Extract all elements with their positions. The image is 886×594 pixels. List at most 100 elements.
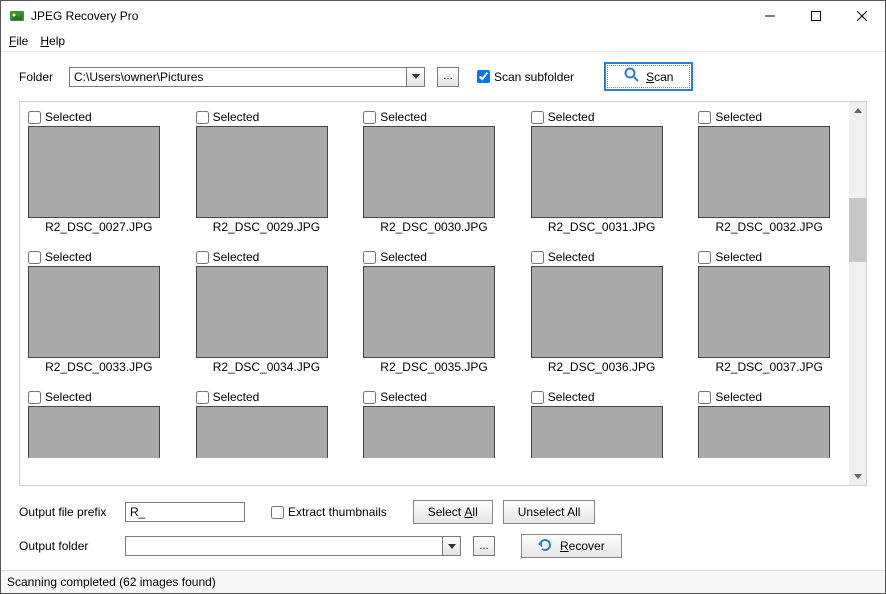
- thumbnail-image[interactable]: [196, 126, 328, 218]
- folder-toolbar: Folder … Scan subfolder Scan: [1, 52, 885, 97]
- thumbnail-image[interactable]: [28, 406, 160, 458]
- thumbnail-select-label: Selected: [548, 390, 595, 404]
- thumbnail-filename: R2_DSC_0033.JPG: [28, 360, 170, 374]
- thumbnail-filename: R2_DSC_0029.JPG: [196, 220, 338, 234]
- thumbnail-image[interactable]: [363, 406, 495, 458]
- thumbnail-card: Selected: [698, 390, 840, 458]
- thumbnail-card: Selected: [196, 390, 338, 458]
- extract-thumbnails-input[interactable]: [271, 506, 284, 519]
- thumbnail-select-label: Selected: [213, 110, 260, 124]
- thumbnail-select-label: Selected: [380, 390, 427, 404]
- unselect-all-button[interactable]: Unselect All: [503, 500, 596, 524]
- window-title: JPEG Recovery Pro: [31, 9, 138, 23]
- thumbnail-select-checkbox[interactable]: [363, 391, 376, 404]
- gallery-viewport: SelectedR2_DSC_0027.JPGSelectedR2_DSC_00…: [20, 102, 866, 485]
- thumbnail-card: Selected R2_DSC_0037.JPG: [698, 250, 840, 374]
- thumbnail-image[interactable]: [531, 266, 663, 358]
- thumbnail-image[interactable]: [196, 266, 328, 358]
- thumbnail-image[interactable]: [363, 126, 495, 218]
- thumbnail-select-checkbox[interactable]: [531, 391, 544, 404]
- thumbnail-card: SelectedR2_DSC_0034.JPG: [196, 250, 338, 374]
- thumbnail-image[interactable]: [363, 266, 495, 358]
- prefix-label: Output file prefix: [19, 505, 115, 519]
- thumbnail-select-checkbox[interactable]: [363, 251, 376, 264]
- folder-browse-button[interactable]: …: [437, 67, 459, 87]
- folder-input[interactable]: [69, 67, 407, 87]
- thumbnail-select-checkbox[interactable]: [28, 111, 41, 124]
- thumbnail-image[interactable]: [28, 266, 160, 358]
- output-folder-label: Output folder: [19, 539, 115, 553]
- thumbnail-select-label: Selected: [548, 250, 595, 264]
- thumbnail-card: Selected R2_DSC_0027.JPG: [28, 110, 170, 234]
- thumbnail-image[interactable]: [531, 126, 663, 218]
- scan-subfolder-checkbox[interactable]: Scan subfolder: [477, 70, 574, 84]
- thumbnail-image[interactable]: [698, 126, 830, 218]
- output-folder-dropdown-button[interactable]: [443, 536, 461, 556]
- thumbnail-grid: SelectedR2_DSC_0027.JPGSelectedR2_DSC_00…: [28, 110, 840, 458]
- thumbnail-filename: R2_DSC_0034.JPG: [196, 360, 338, 374]
- scan-button[interactable]: Scan: [604, 62, 693, 91]
- thumbnail-select-checkbox[interactable]: [363, 111, 376, 124]
- thumbnail-card: Selected: [28, 390, 170, 458]
- thumbnail-select-checkbox[interactable]: [698, 111, 711, 124]
- menu-help[interactable]: Help: [40, 34, 65, 48]
- menu-file[interactable]: File: [9, 34, 28, 48]
- scroll-thumb[interactable]: [849, 198, 866, 262]
- thumbnail-select-checkbox[interactable]: [196, 391, 209, 404]
- close-button[interactable]: [839, 1, 885, 31]
- scan-subfolder-input[interactable]: [477, 70, 490, 83]
- thumbnail-image[interactable]: [698, 406, 830, 458]
- bottom-panel: Output file prefix Extract thumbnails Se…: [1, 494, 885, 570]
- output-folder-input[interactable]: [125, 536, 443, 556]
- prefix-input[interactable]: [125, 502, 245, 522]
- thumbnail-card: SelectedR2_DSC_0032.JPG: [698, 110, 840, 234]
- thumbnail-card: Selected R2_DSC_0029.JPG: [196, 110, 338, 234]
- thumbnail-image[interactable]: [698, 266, 830, 358]
- thumbnail-select-label: Selected: [45, 250, 92, 264]
- thumbnail-select-label: Selected: [715, 390, 762, 404]
- thumbnail-select-checkbox[interactable]: [531, 251, 544, 264]
- menubar: File Help: [1, 31, 885, 52]
- thumbnail-select-checkbox[interactable]: [28, 251, 41, 264]
- thumbnail-select-label: Selected: [380, 250, 427, 264]
- thumbnail-filename: R2_DSC_0030.JPG: [363, 220, 505, 234]
- scrollbar[interactable]: [849, 102, 866, 485]
- thumbnail-card: SelectedR2_DSC_0035.JPG: [363, 250, 505, 374]
- thumbnail-filename: R2_DSC_0031.JPG: [531, 220, 673, 234]
- thumbnail-image[interactable]: [531, 406, 663, 458]
- extract-thumbnails-checkbox[interactable]: Extract thumbnails: [271, 505, 387, 519]
- thumbnail-filename: R2_DSC_0037.JPG: [698, 360, 840, 374]
- thumbnail-image[interactable]: [196, 406, 328, 458]
- thumbnail-select-label: Selected: [45, 110, 92, 124]
- thumbnail-select-checkbox[interactable]: [698, 391, 711, 404]
- thumbnail-select-label: Selected: [380, 110, 427, 124]
- thumbnail-image[interactable]: [28, 126, 160, 218]
- thumbnail-select-label: Selected: [45, 390, 92, 404]
- app-window: JPEG Recovery Pro File Help Folder … Sca…: [0, 0, 886, 594]
- search-icon: [624, 67, 640, 86]
- thumbnail-filename: R2_DSC_0032.JPG: [698, 220, 840, 234]
- thumbnail-select-label: Selected: [213, 390, 260, 404]
- scroll-down-button[interactable]: [849, 468, 866, 485]
- thumbnail-select-checkbox[interactable]: [196, 111, 209, 124]
- thumbnail-select-checkbox[interactable]: [531, 111, 544, 124]
- output-folder-browse-button[interactable]: …: [473, 536, 495, 556]
- gallery-panel: SelectedR2_DSC_0027.JPGSelectedR2_DSC_00…: [19, 101, 867, 486]
- recover-button[interactable]: Recover: [521, 534, 622, 558]
- thumbnail-card: Selected R2_DSC_0031.JPG: [531, 110, 673, 234]
- thumbnail-select-label: Selected: [548, 110, 595, 124]
- output-folder-combo: [125, 536, 461, 556]
- statusbar: Scanning completed (62 images found): [1, 570, 885, 593]
- thumbnail-filename: R2_DSC_0027.JPG: [28, 220, 170, 234]
- select-all-button[interactable]: Select All: [413, 500, 493, 524]
- minimize-button[interactable]: [747, 1, 793, 31]
- thumbnail-select-checkbox[interactable]: [28, 391, 41, 404]
- maximize-button[interactable]: [793, 1, 839, 31]
- thumbnail-select-label: Selected: [715, 250, 762, 264]
- folder-dropdown-button[interactable]: [407, 67, 425, 87]
- scroll-up-button[interactable]: [849, 102, 866, 119]
- recover-icon: [538, 538, 554, 555]
- folder-label: Folder: [19, 70, 59, 84]
- thumbnail-select-checkbox[interactable]: [698, 251, 711, 264]
- thumbnail-select-checkbox[interactable]: [196, 251, 209, 264]
